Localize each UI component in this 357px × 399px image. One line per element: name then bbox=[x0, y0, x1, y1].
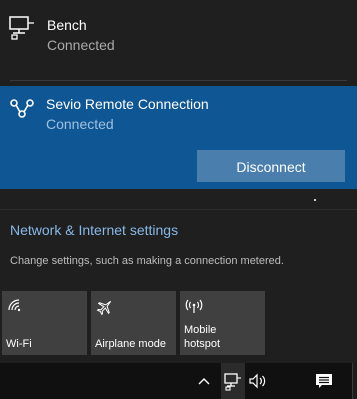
hotspot-icon bbox=[185, 298, 203, 316]
network-tray-button[interactable] bbox=[221, 363, 245, 399]
volume-icon[interactable] bbox=[248, 371, 268, 391]
network-status: Connected bbox=[47, 37, 115, 53]
network-name: Bench bbox=[47, 17, 87, 33]
network-settings-link[interactable]: Network & Internet settings bbox=[10, 222, 178, 238]
taskbar bbox=[0, 363, 357, 399]
tile-label: Mobile hotspot bbox=[184, 324, 221, 350]
mobile-hotspot-tile[interactable]: Mobile hotspot bbox=[180, 291, 265, 355]
action-center-icon[interactable] bbox=[314, 371, 334, 391]
chevron-up-icon[interactable] bbox=[194, 371, 214, 391]
vpn-icon bbox=[9, 97, 35, 121]
network-item-sevio[interactable]: Sevio Remote Connection Connected Discon… bbox=[0, 86, 357, 189]
network-name: Sevio Remote Connection bbox=[46, 96, 209, 112]
divider bbox=[0, 209, 357, 210]
tile-label: Airplane mode bbox=[95, 338, 166, 350]
ethernet-icon bbox=[9, 16, 35, 40]
disconnect-button[interactable]: Disconnect bbox=[197, 150, 345, 182]
wifi-tile[interactable]: Wi-Fi bbox=[2, 291, 87, 355]
wifi-icon bbox=[7, 298, 25, 316]
divider bbox=[10, 80, 347, 81]
network-icon bbox=[223, 371, 243, 391]
scroll-indicator bbox=[314, 199, 316, 201]
airplane-icon bbox=[96, 298, 114, 316]
network-settings-description: Change settings, such as making a connec… bbox=[10, 255, 284, 267]
airplane-mode-tile[interactable]: Airplane mode bbox=[91, 291, 176, 355]
network-status: Connected bbox=[46, 116, 114, 132]
show-desktop-button[interactable] bbox=[352, 363, 357, 399]
tile-label: Wi-Fi bbox=[6, 338, 32, 350]
network-item-bench[interactable]: Bench Connected bbox=[0, 0, 357, 73]
network-flyout: Bench Connected Sevio Remote Connection … bbox=[0, 0, 357, 363]
